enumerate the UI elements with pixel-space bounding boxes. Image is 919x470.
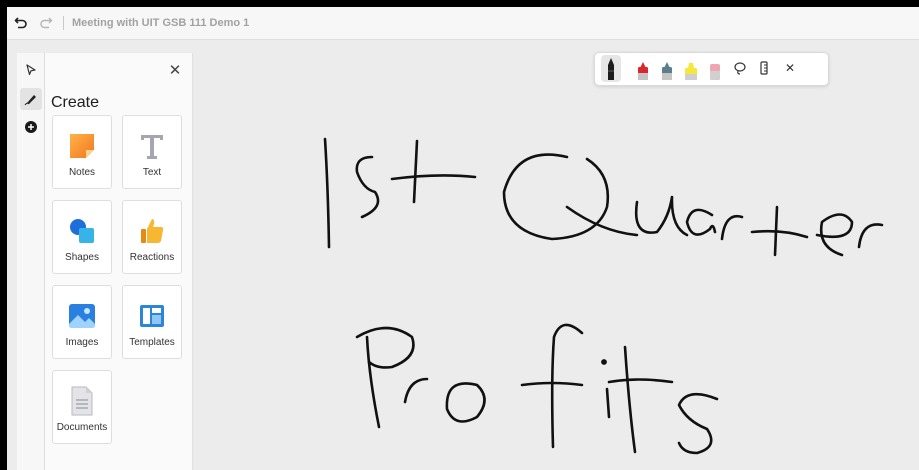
ink-stroke — [355, 155, 380, 219]
ink-stroke — [607, 378, 674, 384]
ink-stroke — [403, 377, 429, 404]
ink-canvas[interactable] — [7, 7, 919, 470]
ink-stroke — [355, 326, 415, 369]
ink-stroke — [677, 392, 719, 455]
ink-stroke — [412, 139, 419, 204]
ink-stroke — [502, 153, 610, 241]
ink-stroke — [857, 223, 884, 249]
whiteboard-app: Meeting with UIT GSB 111 Demo 1 ✕ Create — [7, 7, 919, 470]
ink-stroke — [550, 323, 584, 449]
ink-stroke — [685, 208, 717, 236]
ink-stroke — [634, 195, 689, 237]
ink-stroke — [445, 382, 486, 423]
ink-stroke — [815, 213, 854, 257]
ink-stroke — [565, 205, 639, 237]
ink-stroke — [750, 229, 809, 239]
ink-stroke — [605, 387, 611, 419]
ink-stroke — [720, 214, 744, 241]
ink-stroke — [323, 137, 331, 249]
ink-dot — [601, 359, 607, 365]
ink-stroke — [365, 335, 381, 429]
ink-stroke — [390, 174, 477, 181]
ink-stroke — [623, 345, 637, 454]
